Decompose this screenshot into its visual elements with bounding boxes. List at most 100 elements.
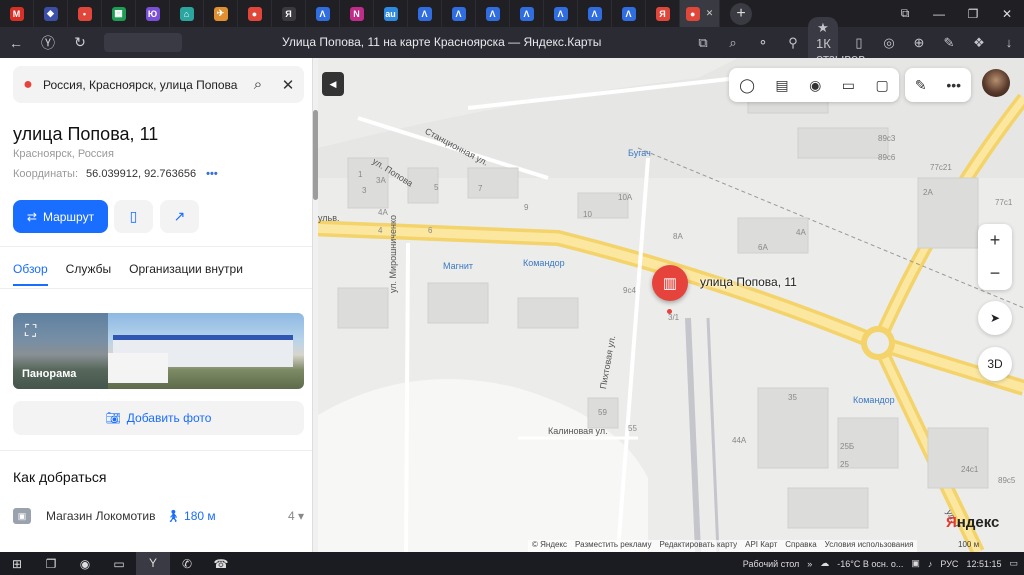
location-icon[interactable]: ⚲	[778, 35, 808, 51]
browser-tab[interactable]: •	[68, 0, 102, 27]
minimize-icon[interactable]: —	[922, 7, 956, 21]
browser-tab[interactable]: Λ	[510, 0, 544, 27]
browser-tab[interactable]: Ю	[136, 0, 170, 27]
browser-tab[interactable]: ●	[238, 0, 272, 27]
bookmark-button[interactable]: ▯	[114, 200, 153, 233]
poi-label[interactable]: Бугач	[628, 148, 651, 158]
footer-link[interactable]: Условия использования	[825, 540, 914, 552]
browser-tab[interactable]: Я	[272, 0, 306, 27]
3d-button[interactable]: 3D	[978, 347, 1012, 381]
layer-toggle-icon[interactable]: ▢	[875, 77, 888, 94]
puzzle-icon[interactable]: ✎	[934, 35, 964, 51]
user-avatar[interactable]	[982, 69, 1010, 97]
browser-tab[interactable]: au	[374, 0, 408, 27]
transit-stop-row[interactable]: ▣ Магазин Локомотив 🚶︎ 180 м 4 ▾	[13, 508, 304, 524]
search-box[interactable]: ● Россия, Красноярск, улица Попова ⌕ ✕	[13, 66, 304, 103]
copy-icon[interactable]: ⧉	[688, 35, 718, 51]
layers-icon[interactable]: ◯	[739, 77, 755, 94]
share-button[interactable]: ↗	[160, 200, 199, 233]
yandex-home-icon[interactable]: Ⓨ	[32, 33, 64, 53]
weather-text[interactable]: -16°C В осн. о...	[837, 559, 903, 569]
reload-icon[interactable]: ↻	[64, 34, 96, 51]
footer-link[interactable]: Разместить рекламу	[575, 540, 651, 552]
windows-start-icon[interactable]: ⊞	[0, 557, 34, 571]
browser-tab[interactable]: Λ	[578, 0, 612, 27]
clear-search-icon[interactable]: ✕	[273, 76, 303, 94]
house-number: 3	[362, 186, 367, 195]
close-window-icon[interactable]: ✕	[990, 7, 1024, 21]
footer-link[interactable]: Справка	[785, 540, 816, 552]
close-tab-icon[interactable]: ✕	[706, 8, 714, 19]
browser-tab[interactable]: N	[340, 0, 374, 27]
browser-tab[interactable]: Λ	[476, 0, 510, 27]
tab-services[interactable]: Службы	[66, 262, 111, 286]
bookmark-icon[interactable]: ▯	[844, 35, 874, 51]
task-view-icon[interactable]: ❐	[34, 557, 68, 571]
browser-tab[interactable]: Λ	[306, 0, 340, 27]
browser-tab[interactable]: ✈	[204, 0, 238, 27]
browser-tab[interactable]: Λ	[408, 0, 442, 27]
browser-tab[interactable]: Λ	[442, 0, 476, 27]
whatsapp-icon[interactable]: ☎	[204, 557, 238, 571]
browser-tab[interactable]: M	[0, 0, 34, 27]
search-input[interactable]: Россия, Красноярск, улица Попова	[43, 78, 243, 92]
globe-icon[interactable]: ⊕	[904, 35, 934, 51]
panorama-preview[interactable]: ⛶ Панорама	[13, 313, 304, 389]
poi-label[interactable]: Командор	[853, 395, 895, 405]
browser-tab[interactable]: Λ	[612, 0, 646, 27]
collections-icon[interactable]: ❖	[964, 35, 994, 51]
yandex-browser-icon[interactable]: Y	[136, 552, 170, 575]
more-icon[interactable]: •••	[946, 77, 961, 93]
house-number: 89с3	[878, 134, 896, 143]
file-explorer-icon[interactable]: ▭	[102, 557, 136, 571]
desktop-label[interactable]: Рабочий стол	[743, 559, 800, 569]
search-icon[interactable]: ⌕	[243, 76, 273, 93]
tab-manager-icon[interactable]: ⧉	[888, 6, 922, 21]
browser-tab[interactable]: Я	[646, 0, 680, 27]
footer-link[interactable]: Редактировать карту	[659, 540, 737, 552]
url-input[interactable]	[104, 33, 182, 52]
collapse-panel-button[interactable]: ◀	[322, 72, 344, 96]
footer-link[interactable]: API Карт	[745, 540, 777, 552]
map-canvas[interactable]: Станционная ул. ул. Попова ул. Мирошниченк…	[318, 58, 1024, 552]
browser-tab[interactable]: ● ✕	[680, 0, 720, 27]
browser-tab[interactable]: ⌂	[170, 0, 204, 27]
back-icon[interactable]: ←	[0, 35, 32, 51]
ruler-icon[interactable]: ✎	[915, 77, 927, 94]
panorama-camera-icon[interactable]: ◉	[809, 77, 821, 94]
add-photo-button[interactable]: 📷︎ Добавить фото	[13, 401, 304, 435]
maximize-icon[interactable]: ❐	[956, 7, 990, 21]
windows-taskbar: ⊞ ❐ ◉ ▭ Y ✆ ☎ Рабочий стол » ☁ -16°C В о…	[0, 552, 1024, 575]
volume-icon[interactable]: ♪	[928, 559, 933, 569]
tab-organizations[interactable]: Организации внутри	[129, 262, 243, 286]
download-icon[interactable]: ↓	[994, 35, 1024, 50]
browser-tab[interactable]: Λ	[544, 0, 578, 27]
browser-tab[interactable]: ◆	[34, 0, 68, 27]
footer-link[interactable]: © Яндекс	[532, 540, 567, 552]
edge-icon[interactable]: ◉	[68, 557, 102, 571]
zoom-in-icon[interactable]: +	[990, 230, 1001, 251]
tray-chevron-icon[interactable]: »	[807, 559, 812, 569]
viber-icon[interactable]: ✆	[170, 557, 204, 571]
shield-icon[interactable]: ◎	[874, 35, 904, 51]
browser-tab[interactable]: ▦	[102, 0, 136, 27]
place-marker[interactable]: ▥	[652, 265, 688, 301]
network-icon[interactable]: ▣	[911, 558, 920, 569]
geolocation-button[interactable]: ➤	[978, 301, 1012, 335]
tab-overview[interactable]: Обзор	[13, 262, 48, 286]
language-indicator[interactable]: РУС	[940, 559, 958, 569]
poi-label[interactable]: Магнит	[443, 261, 473, 271]
zoom-out-icon[interactable]: −	[990, 263, 1001, 284]
notification-icon[interactable]: ▭	[1009, 558, 1018, 569]
route-count-value: 4	[287, 509, 295, 523]
coords-value[interactable]: 56.039912, 92.763656	[86, 168, 196, 180]
translate-icon[interactable]: ⌕	[718, 35, 748, 51]
map-layers-icon[interactable]: ▤	[775, 77, 788, 94]
extensions-icon[interactable]: ⚬	[748, 35, 778, 51]
transport-icon[interactable]: ▭	[842, 77, 855, 94]
coords-more-icon[interactable]: •••	[206, 168, 218, 180]
poi-label[interactable]: Командор	[523, 258, 565, 268]
new-tab-button[interactable]: +	[730, 2, 752, 25]
clock[interactable]: 12:51:15	[966, 559, 1001, 569]
route-button[interactable]: ⇄ Маршрут	[13, 200, 108, 233]
